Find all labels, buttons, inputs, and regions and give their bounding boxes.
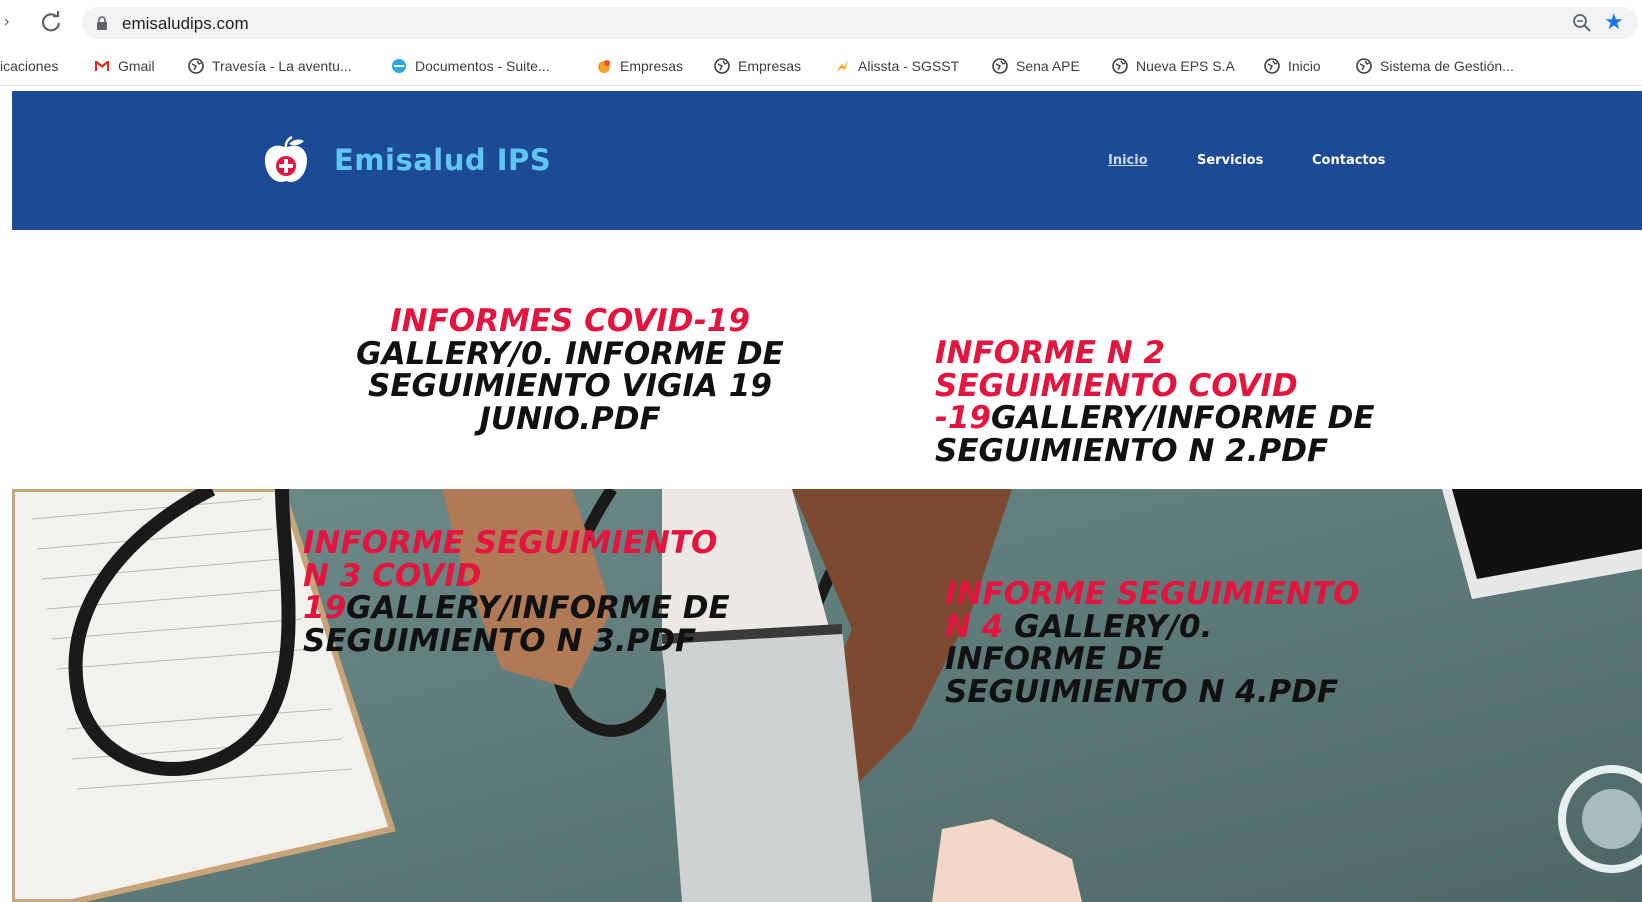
globe-icon xyxy=(188,58,204,74)
bookmark-travesia[interactable]: Travesía - La aventu... xyxy=(188,56,352,76)
globe-icon xyxy=(1112,58,1128,74)
bookmark-label: Sena APE xyxy=(1016,58,1080,74)
bookmark-sena[interactable]: Sena APE xyxy=(992,56,1080,76)
forward-icon[interactable]: › xyxy=(4,12,16,32)
gmail-icon xyxy=(95,61,109,71)
report-3-text: GALLERY/INFORME DE SEGUIMIENTO N 3.PDF xyxy=(303,590,730,659)
bookmark-label: Empresas xyxy=(738,58,802,74)
apple-medical-logo-icon[interactable] xyxy=(262,136,310,186)
nav-servicios[interactable]: Servicios xyxy=(1197,153,1263,168)
bookmark-empresas-1[interactable]: Empresas xyxy=(596,56,683,76)
report-2-text: GALLERY/INFORME DE SEGUIMIENTO N 2.PDF xyxy=(935,400,1375,469)
site-header: Emisalud IPS Inicio Servicios Contactos xyxy=(12,91,1642,230)
docs-icon xyxy=(392,59,406,73)
bookmark-label: Sistema de Gestión... xyxy=(1380,58,1514,74)
globe-icon xyxy=(714,58,730,74)
report-4-text: GALLERY/0. INFORME DE SEGUIMIENTO N 4.PD… xyxy=(945,608,1339,710)
nav-inicio[interactable]: Inicio xyxy=(1108,153,1148,168)
bookmark-label: Travesía - La aventu... xyxy=(212,58,352,74)
bookmark-label: Alissta - SGSST xyxy=(858,58,960,74)
lock-icon[interactable] xyxy=(96,16,108,30)
globe-icon xyxy=(992,58,1008,74)
alissta-icon xyxy=(836,60,848,72)
report-1-highlight: INFORMES COVID-19 xyxy=(390,303,750,339)
bookmark-empresas-2[interactable]: Empresas xyxy=(714,56,801,76)
globe-icon xyxy=(1264,58,1280,74)
report-2-link[interactable]: INFORME N 2 SEGUIMIENTO COVID -19GALLERY… xyxy=(935,337,1395,467)
hero-background-image xyxy=(12,489,1642,902)
reload-icon[interactable] xyxy=(38,9,64,35)
content-area xyxy=(12,230,1642,489)
bookmark-label: Empresas xyxy=(620,58,684,74)
bookmark-label: Nueva EPS S.A xyxy=(1136,58,1235,74)
bookmark-inicio[interactable]: Inicio xyxy=(1264,56,1321,76)
bookmark-label: Gmail xyxy=(118,58,155,74)
bookmark-sistema[interactable]: Sistema de Gestión... xyxy=(1356,56,1514,76)
bookmark-star-icon[interactable]: ★ xyxy=(1604,11,1626,33)
brand-name[interactable]: Emisalud IPS xyxy=(334,143,551,177)
bookmark-documentos[interactable]: Documentos - Suite... xyxy=(391,56,550,76)
bookmark-alissta[interactable]: Alissta - SGSST xyxy=(834,56,959,76)
bookmark-gmail[interactable]: Gmail xyxy=(94,56,155,76)
report-1-text: GALLERY/0. INFORME DE SEGUIMIENTO VIGIA … xyxy=(356,335,784,437)
bookmark-label: icaciones xyxy=(0,58,59,74)
nav-contactos[interactable]: Contactos xyxy=(1312,153,1385,168)
url-text[interactable]: emisaludips.com xyxy=(122,14,249,34)
bookmark-label: Documentos - Suite... xyxy=(415,58,550,74)
blood-pressure-photo xyxy=(12,489,1642,902)
report-3-link[interactable]: INFORME SEGUIMIENTO N 3 COVID 19GALLERY/… xyxy=(303,527,743,657)
zoom-icon[interactable] xyxy=(1572,13,1592,33)
browser-toolbar: › emisaludips.com ★ xyxy=(0,0,1642,46)
report-1-link[interactable]: INFORMES COVID-19 GALLERY/0. INFORME DE … xyxy=(355,305,785,435)
report-4-link[interactable]: INFORME SEGUIMIENTO N 4 GALLERY/0. INFOR… xyxy=(945,578,1375,708)
globe-icon xyxy=(1356,58,1372,74)
bookmark-nueva-eps[interactable]: Nueva EPS S.A xyxy=(1112,56,1235,76)
address-bar[interactable]: emisaludips.com ★ xyxy=(82,7,1638,39)
empresas-icon xyxy=(598,60,610,73)
bookmarks-bar: icaciones Gmail Travesía - La aventu... … xyxy=(0,46,1642,86)
bookmark-apps[interactable]: icaciones xyxy=(0,56,58,76)
bookmark-label: Inicio xyxy=(1288,58,1321,74)
